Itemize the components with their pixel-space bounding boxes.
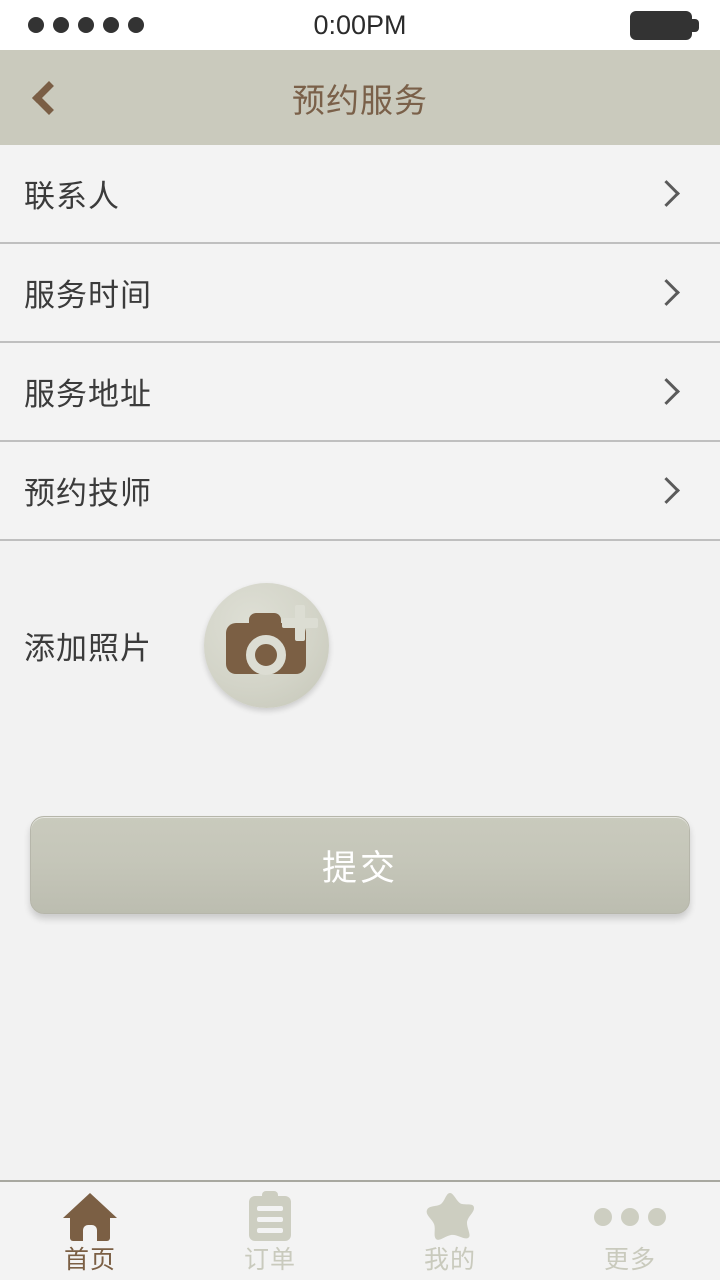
row-label: 预约技师 <box>24 476 152 512</box>
row-label: 服务时间 <box>24 278 152 314</box>
phone-screen: 0:00PM 预约服务 联系人 服务时间 服务地址 预约技师 添加照片 提交 首… <box>0 0 720 1280</box>
tab-label: 订单 <box>243 1245 296 1274</box>
add-photo-label: 添加照片 <box>24 630 152 667</box>
submit-button[interactable]: 提交 <box>30 816 690 914</box>
row-label: 服务地址 <box>24 377 152 413</box>
chevron-right-icon <box>653 477 680 504</box>
tab-label: 首页 <box>63 1245 116 1274</box>
bottom-tab-bar: 首页 订单 我的 更多 <box>0 1180 720 1280</box>
row-label: 联系人 <box>24 179 120 215</box>
tab-label: 更多 <box>603 1245 656 1274</box>
form-row-technician[interactable]: 预约技师 <box>0 442 720 541</box>
navigation-bar: 预约服务 <box>0 50 720 145</box>
chevron-left-icon <box>32 80 66 115</box>
submit-section: 提交 <box>0 721 720 914</box>
chevron-right-icon <box>653 378 680 405</box>
chevron-right-icon <box>653 180 680 207</box>
page-title: 预约服务 <box>292 80 428 120</box>
more-dots-icon <box>594 1193 666 1241</box>
camera-add-icon <box>204 582 329 708</box>
tab-mine[interactable]: 我的 <box>360 1182 540 1280</box>
status-bar-time: 0:00PM <box>313 9 407 40</box>
battery-full-icon <box>630 10 699 40</box>
status-bar: 0:00PM <box>0 0 720 50</box>
form-row-service-address[interactable]: 服务地址 <box>0 343 720 442</box>
star-icon <box>424 1193 476 1241</box>
tab-orders[interactable]: 订单 <box>180 1182 360 1280</box>
form-row-contact[interactable]: 联系人 <box>0 145 720 244</box>
back-button[interactable] <box>0 50 90 145</box>
tab-more[interactable]: 更多 <box>540 1182 720 1280</box>
tab-home[interactable]: 首页 <box>0 1182 180 1280</box>
form-row-service-time[interactable]: 服务时间 <box>0 244 720 343</box>
home-icon <box>63 1193 117 1241</box>
tab-label: 我的 <box>423 1245 476 1274</box>
main-content: 联系人 服务时间 服务地址 预约技师 添加照片 提交 <box>0 145 720 1180</box>
add-photo-section: 添加照片 <box>0 541 720 721</box>
add-photo-button[interactable] <box>204 582 329 708</box>
clipboard-icon <box>249 1191 291 1241</box>
chevron-right-icon <box>653 279 680 306</box>
